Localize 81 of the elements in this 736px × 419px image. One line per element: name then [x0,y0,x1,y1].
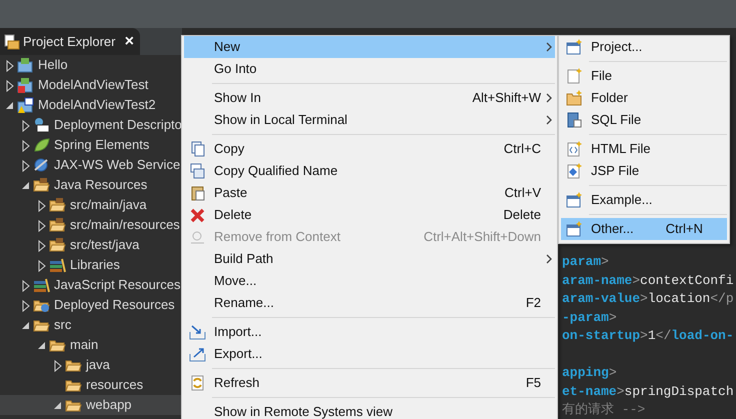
new-file-icon [566,68,582,84]
tree-item[interactable]: ModelAndViewTest [0,75,182,95]
menu-item[interactable]: Folder [561,87,727,109]
tree-item[interactable]: Libraries [0,255,182,275]
tree-item[interactable]: Deployment Descripto [0,115,182,135]
new-window-icon [566,192,582,208]
menu-item[interactable]: Example... [561,189,727,211]
clipboard-icon [188,185,206,201]
sql-file-icon [566,112,582,128]
leaf-icon [33,137,50,153]
tree-item[interactable]: java [0,355,182,375]
menu-item[interactable]: JSP File [561,160,727,182]
code-line: et-name>springDispatch [562,382,735,400]
globe-icon [33,157,50,173]
package-folder-icon [49,237,66,253]
project-explorer-tab[interactable]: Project Explorer × [0,28,140,55]
tree-item[interactable]: src/main/java [0,195,182,215]
menu-item[interactable]: SQL File [561,109,727,131]
library-icon [33,277,50,293]
delete-icon [188,207,206,223]
tree-item[interactable]: Java Resources [0,175,182,195]
tree-item[interactable]: ModelAndViewTest2 [0,95,182,115]
package-folder-icon [49,217,66,233]
code-line: -param> [562,308,618,326]
menu-item[interactable]: Rename... F2 [184,292,555,314]
jsp-file-icon [566,163,582,179]
library-icon [49,257,66,273]
export-icon [188,346,206,362]
menu-item[interactable]: File [561,65,727,87]
import-icon [188,324,206,340]
package-folder-icon [33,177,50,193]
new-folder-icon [566,90,582,106]
tree-item[interactable]: JAX-WS Web Service [0,155,182,175]
code-line: aram-value>location</p [562,290,735,308]
code-line: 有的请求 --> [562,401,646,419]
tree-item[interactable]: Spring Elements [0,135,182,155]
copy-icon [188,163,206,179]
tree-item[interactable]: Hello [0,55,182,75]
package-folder-icon [49,197,66,213]
menu-item[interactable]: Build Path [184,248,555,270]
menu-item[interactable]: Export... [184,343,555,365]
code-line: aram-name>contextConfi [562,272,735,290]
tree-item[interactable]: Deployed Resources [0,295,182,315]
code-line: param> [562,253,610,271]
menu-item[interactable]: Show in Local Terminal [184,109,555,131]
project-error-icon [17,77,34,93]
tree-item[interactable]: main [0,335,182,355]
menu-item[interactable]: Delete Delete [184,204,555,226]
tree-item[interactable]: src/test/java [0,235,182,255]
menu-item[interactable]: Move... [184,270,555,292]
new-window-icon [566,221,582,237]
menu-item[interactable]: Show In Alt+Shift+W [184,87,555,109]
menu-item[interactable]: Import... [184,321,555,343]
menu-item[interactable]: Show in Remote Systems view [184,401,555,419]
menu-item[interactable]: Paste Ctrl+V [184,182,555,204]
close-button[interactable]: × [124,34,134,50]
menu-item[interactable]: Copy Ctrl+C [184,138,555,160]
refresh-icon [188,375,206,391]
menu-item[interactable]: HTML File [561,138,727,160]
explorer-icon [3,34,20,50]
tab-title: Project Explorer [23,32,116,51]
tree-item[interactable]: JavaScript Resources [0,275,182,295]
menu-item[interactable]: Refresh F5 [184,372,555,394]
tree-item[interactable]: src/main/resources [0,215,182,235]
new-window-icon [566,39,582,55]
tree-item[interactable]: webapp [0,395,182,415]
menu-item[interactable]: Go Into [184,58,555,80]
tree-item[interactable]: resources [0,375,182,395]
remove-icon [188,229,206,245]
menu-item[interactable]: New [184,36,555,58]
copy-icon [188,141,206,157]
project-warning-icon [17,97,34,113]
menu-item[interactable]: Copy Qualified Name [184,160,555,182]
code-line: on-startup>1</load-on- [562,327,735,345]
menu-item[interactable]: Project... [561,36,727,58]
html-file-icon [566,141,582,157]
tree-item[interactable]: src [0,315,182,335]
code-line: apping> [562,364,618,382]
descriptor-icon [33,117,50,133]
project-icon [17,57,34,73]
menu-item[interactable]: Other... Ctrl+N [561,218,727,240]
